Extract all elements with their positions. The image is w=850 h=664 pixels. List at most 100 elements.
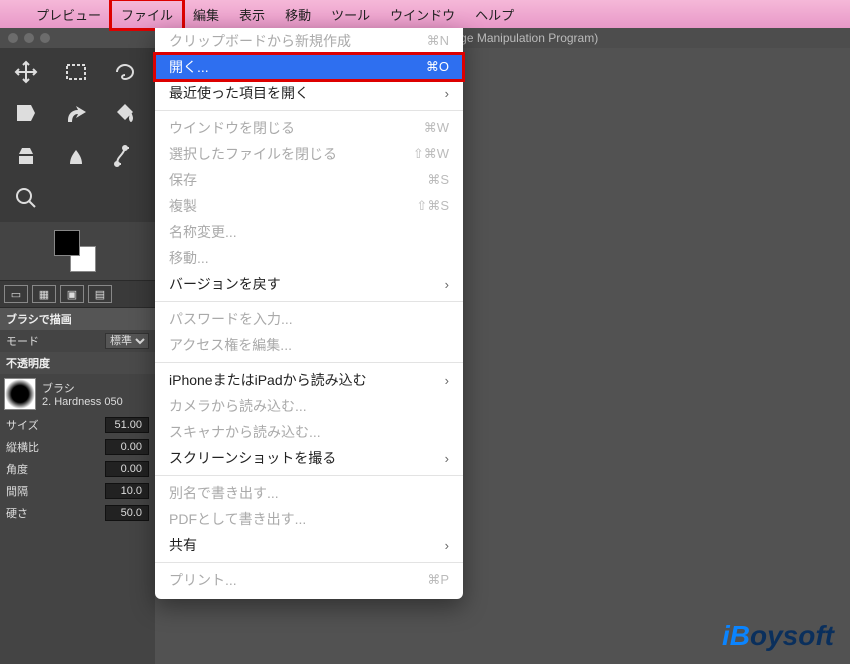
menu-item-label: プリント... xyxy=(169,570,427,590)
menu-item-label: 選択したファイルを閉じる xyxy=(169,144,413,164)
mode-select[interactable]: 標準 xyxy=(105,333,149,349)
menu-item-12: パスワードを入力... xyxy=(155,306,463,332)
menu-item-15[interactable]: iPhoneまたはiPadから読み込む› xyxy=(155,367,463,393)
move-tool[interactable] xyxy=(6,54,46,90)
menu-item-17: スキャナから読み込む... xyxy=(155,419,463,445)
menu-item-label: 移動... xyxy=(169,248,449,268)
menu-item-label: 保存 xyxy=(169,170,427,190)
watermark-logo: iBoysoft xyxy=(722,620,834,652)
tab-device[interactable]: ▦ xyxy=(32,285,56,303)
menu-item-label: 別名で書き出す... xyxy=(169,483,449,503)
traffic-lights xyxy=(8,33,50,43)
option-label: 角度 xyxy=(6,461,105,477)
menu-item-21: PDFとして書き出す... xyxy=(155,506,463,532)
chevron-right-icon: › xyxy=(445,451,449,466)
option-row-1: 縦横比0.00 xyxy=(0,436,155,458)
chevron-right-icon: › xyxy=(445,86,449,101)
menubar: プレビュー ファイル 編集 表示 移動 ツール ウインドウ ヘルプ xyxy=(0,0,850,28)
brush-thumbnail[interactable] xyxy=(4,378,36,410)
zoom-tool[interactable] xyxy=(6,180,46,216)
bucket-tool[interactable] xyxy=(105,96,145,132)
menu-item-label: 名称変更... xyxy=(169,222,449,242)
brush-row: ブラシ 2. Hardness 050 xyxy=(0,374,155,414)
crop-tool[interactable] xyxy=(6,96,46,132)
menu-item-shortcut: ⌘O xyxy=(426,59,449,75)
menu-item-22[interactable]: 共有› xyxy=(155,532,463,558)
menu-item-16: カメラから読み込む... xyxy=(155,393,463,419)
menu-item-label: スキャナから読み込む... xyxy=(169,422,449,442)
option-value[interactable]: 0.00 xyxy=(105,439,149,455)
chevron-right-icon: › xyxy=(445,373,449,388)
menu-item-1[interactable]: 開く...⌘O xyxy=(155,54,463,80)
menu-go[interactable]: 移動 xyxy=(285,5,311,24)
menu-item-8: 名称変更... xyxy=(155,219,463,245)
clone-tool[interactable] xyxy=(6,138,46,174)
menu-item-shortcut: ⌘S xyxy=(427,172,449,188)
menu-preview[interactable]: プレビュー xyxy=(36,5,101,24)
option-value[interactable]: 51.00 xyxy=(105,417,149,433)
menu-item-label: スクリーンショットを撮る xyxy=(169,448,445,468)
menu-item-label: PDFとして書き出す... xyxy=(169,509,449,529)
menu-item-2[interactable]: 最近使った項目を開く› xyxy=(155,80,463,106)
smudge-tool[interactable] xyxy=(56,138,96,174)
option-value[interactable]: 50.0 xyxy=(105,505,149,521)
menu-item-label: アクセス権を編集... xyxy=(169,335,449,355)
brush-name: 2. Hardness 050 xyxy=(42,396,123,408)
menu-item-4: ウインドウを閉じる⌘W xyxy=(155,115,463,141)
fg-color-swatch[interactable] xyxy=(54,230,80,256)
menu-item-shortcut: ⇧⌘W xyxy=(413,146,449,162)
menu-item-9: 移動... xyxy=(155,245,463,271)
option-label: 硬さ xyxy=(6,505,105,521)
path-tool[interactable] xyxy=(105,138,145,174)
color-swatches[interactable] xyxy=(54,230,96,272)
menu-item-label: ウインドウを閉じる xyxy=(169,118,424,138)
menu-item-24: プリント...⌘P xyxy=(155,567,463,593)
menu-item-5: 選択したファイルを閉じる⇧⌘W xyxy=(155,141,463,167)
file-menu-dropdown: クリップボードから新規作成⌘N開く...⌘O最近使った項目を開く›ウインドウを閉… xyxy=(155,28,463,599)
tab-images[interactable]: ▣ xyxy=(60,285,84,303)
tab-tool-options[interactable]: ▭ xyxy=(4,285,28,303)
option-value[interactable]: 10.0 xyxy=(105,483,149,499)
menu-item-10[interactable]: バージョンを戻す› xyxy=(155,271,463,297)
menu-item-18[interactable]: スクリーンショットを撮る› xyxy=(155,445,463,471)
menu-separator xyxy=(155,301,463,302)
menu-window[interactable]: ウインドウ xyxy=(390,5,455,24)
tool-options-title: ブラシで描画 xyxy=(0,308,155,330)
option-row-0: サイズ51.00 xyxy=(0,414,155,436)
toolbox xyxy=(0,48,155,222)
menu-item-6: 保存⌘S xyxy=(155,167,463,193)
opacity-label: 不透明度 xyxy=(0,352,155,374)
mode-label: モード xyxy=(6,333,105,349)
chevron-right-icon: › xyxy=(445,277,449,292)
menu-edit[interactable]: 編集 xyxy=(193,5,219,24)
menu-item-label: 共有 xyxy=(169,535,445,555)
menu-separator xyxy=(155,110,463,111)
dock-tabs: ▭ ▦ ▣ ▤ xyxy=(0,280,155,308)
menu-item-7: 複製⇧⌘S xyxy=(155,193,463,219)
menu-help[interactable]: ヘルプ xyxy=(475,5,514,24)
option-value[interactable]: 0.00 xyxy=(105,461,149,477)
zoom-button[interactable] xyxy=(40,33,50,43)
menu-item-label: バージョンを戻す xyxy=(169,274,445,294)
menu-item-shortcut: ⇧⌘S xyxy=(416,198,449,214)
free-select-tool[interactable] xyxy=(105,54,145,90)
mode-row: モード 標準 xyxy=(0,330,155,352)
tab-history[interactable]: ▤ xyxy=(88,285,112,303)
menu-item-label: パスワードを入力... xyxy=(169,309,449,329)
close-button[interactable] xyxy=(8,33,18,43)
left-panel: ▭ ▦ ▣ ▤ ブラシで描画 モード 標準 不透明度 ブラシ 2. Hardne… xyxy=(0,48,155,664)
brush-label: ブラシ xyxy=(42,380,123,396)
option-row-4: 硬さ50.0 xyxy=(0,502,155,524)
minimize-button[interactable] xyxy=(24,33,34,43)
menu-view[interactable]: 表示 xyxy=(239,5,265,24)
option-row-2: 角度0.00 xyxy=(0,458,155,480)
menu-item-shortcut: ⌘P xyxy=(427,572,449,588)
menu-item-label: 最近使った項目を開く xyxy=(169,83,445,103)
menu-file[interactable]: ファイル xyxy=(111,0,183,29)
warp-tool[interactable] xyxy=(56,96,96,132)
menu-item-shortcut: ⌘N xyxy=(427,33,449,49)
option-label: サイズ xyxy=(6,417,105,433)
menu-tools[interactable]: ツール xyxy=(331,5,370,24)
rect-select-tool[interactable] xyxy=(56,54,96,90)
option-label: 間隔 xyxy=(6,483,105,499)
